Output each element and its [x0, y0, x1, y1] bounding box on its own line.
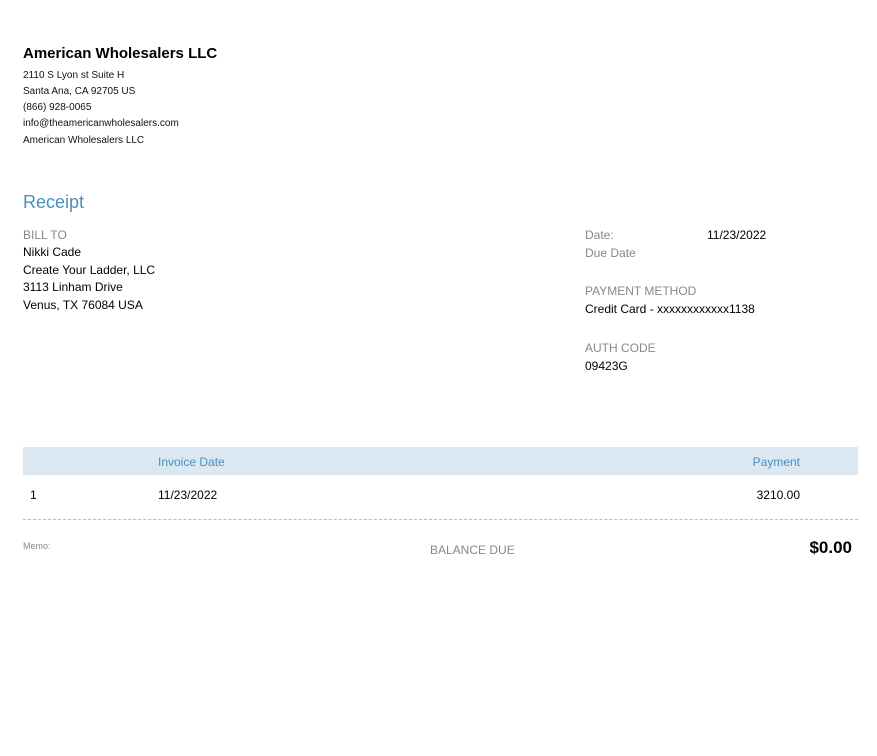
- table-header: [23, 447, 858, 475]
- payment-column-header: Payment: [752, 455, 800, 469]
- company-address-line: Santa Ana, CA 92705 US: [23, 86, 136, 97]
- payment-method-label: PAYMENT METHOD: [585, 284, 697, 298]
- document-title: Receipt: [23, 192, 85, 212]
- row-payment: 3210.00: [756, 488, 800, 502]
- bill-to-label: BILL TO: [23, 228, 67, 242]
- invoice-date-column-header: Invoice Date: [158, 455, 225, 469]
- company-address-line: American Wholesalers LLC: [23, 135, 145, 146]
- balance-due-value: $0.00: [809, 538, 852, 557]
- company-name: American Wholesalers LLC: [23, 45, 218, 62]
- bill-to-line: Create Your Ladder, LLC: [23, 263, 156, 277]
- bill-to-line: 3113 Linham Drive: [23, 280, 123, 294]
- company-phone: (866) 928-0065: [23, 102, 92, 113]
- memo-label: Memo:: [23, 541, 51, 551]
- auth-code-value: 09423G: [585, 359, 628, 373]
- date-label: Date:: [585, 228, 614, 242]
- divider: [23, 519, 858, 520]
- date-value: 11/23/2022: [707, 228, 767, 242]
- company-address-line: 2110 S Lyon st Suite H: [23, 70, 125, 81]
- row-invoice-date: 11/23/2022: [158, 488, 218, 502]
- row-number: 1: [30, 488, 37, 502]
- auth-code-label: AUTH CODE: [585, 341, 656, 355]
- bill-to-line: Venus, TX 76084 USA: [23, 298, 143, 312]
- due-date-label: Due Date: [585, 246, 636, 260]
- balance-due-label: BALANCE DUE: [430, 543, 515, 557]
- payment-method-value: Credit Card - xxxxxxxxxxxx1138: [585, 302, 755, 316]
- company-email: info@theamericanwholesalers.com: [23, 118, 179, 129]
- bill-to-line: Nikki Cade: [23, 245, 82, 259]
